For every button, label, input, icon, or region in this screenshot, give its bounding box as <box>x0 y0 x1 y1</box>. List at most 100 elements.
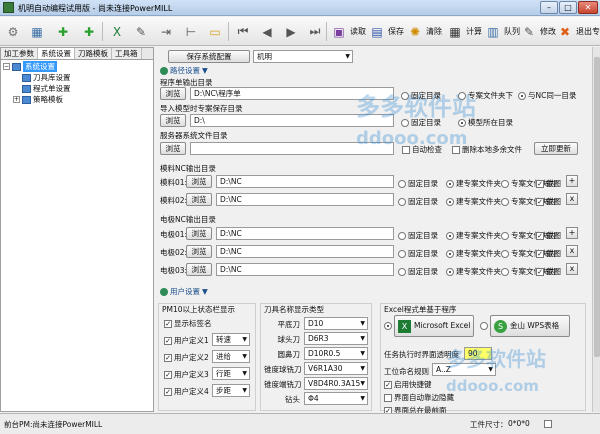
electrode-browse-button[interactable]: 浏览 <box>186 227 212 240</box>
settings-gear-button[interactable]: ⚙ <box>4 21 22 42</box>
tree-expander-icon[interactable]: + <box>13 96 20 103</box>
electrode-browse-button[interactable]: 浏览 <box>186 263 212 276</box>
mold-dir-input[interactable]: D:\NC <box>216 175 394 188</box>
tree-item[interactable]: 刀具库设置 <box>3 72 151 83</box>
program-fixed-radio[interactable]: 固定目录 <box>401 90 441 101</box>
profile-select[interactable]: 机明 <box>253 50 353 63</box>
custom-field-select[interactable]: 转速 <box>212 333 250 346</box>
custom-field-select[interactable]: 步距 <box>212 384 250 397</box>
mold-browse-button[interactable]: 浏览 <box>186 175 212 188</box>
status-checkbox[interactable] <box>544 420 552 428</box>
left-tab[interactable]: 加工参数 <box>1 48 38 59</box>
arrow-into-button[interactable]: ⇥ <box>157 21 175 42</box>
electrode-add-button[interactable]: + <box>566 227 578 239</box>
mold-new-folder-radio[interactable]: 建专案文件夹 <box>446 196 501 207</box>
electrode-remove-button[interactable]: x <box>566 263 578 275</box>
electrode-remove-button[interactable]: x <box>566 245 578 257</box>
add-green-button[interactable]: ✚ <box>80 21 98 42</box>
folder-button[interactable]: ▭ <box>206 21 224 42</box>
left-tab[interactable]: 工具箱 <box>112 48 142 59</box>
exit-button[interactable]: ✖ 退出专家 <box>556 21 600 42</box>
show-label-checkbox[interactable]: ✓ 显示标签名 <box>164 318 212 329</box>
calculate-button[interactable]: ▦ 计算 <box>446 21 482 42</box>
tree-button[interactable]: ⊢ <box>182 21 200 42</box>
custom-field-checkbox[interactable]: ✓ 用户定义2 <box>164 352 209 363</box>
custom-field-checkbox[interactable]: ✓ 用户定义3 <box>164 369 209 380</box>
maximize-button[interactable]: □ <box>559 1 577 14</box>
database-button[interactable]: ▦ <box>28 21 46 42</box>
electrode-fixed-radio[interactable]: 固定目录 <box>398 248 438 259</box>
electrode-fixed-radio[interactable]: 固定目录 <box>398 230 438 241</box>
mold-screenshot-checkbox[interactable]: ✓ 截图 <box>536 196 561 207</box>
tree-item[interactable]: − 系统设置 <box>3 61 151 72</box>
mold-add-button[interactable]: + <box>566 175 578 187</box>
custom-field-checkbox[interactable]: ✓ 用户定义1 <box>164 335 209 346</box>
edit-button[interactable]: ✎ 修改 <box>520 21 556 42</box>
tool-format-select[interactable]: D10R0.5 <box>304 347 368 360</box>
tool-format-select[interactable]: D10 <box>304 317 368 330</box>
prev-button[interactable]: ◀ <box>258 21 276 42</box>
tree-item[interactable]: + 策略模板 <box>3 94 151 105</box>
electrode-screenshot-checkbox[interactable]: ✓ 截图 <box>536 266 561 277</box>
tool-format-select[interactable]: V6R1A30 <box>304 362 368 375</box>
electrode-new-folder-radio[interactable]: 建专案文件夹 <box>446 230 501 241</box>
tool-format-select[interactable]: Φ4 <box>304 392 368 405</box>
update-now-button[interactable]: 立即更新 <box>534 142 578 155</box>
user-section-header[interactable]: 用户设置 ▼ <box>160 286 208 297</box>
mold-browse-button[interactable]: 浏览 <box>186 193 212 206</box>
browse-import-button[interactable]: 浏览 <box>160 114 186 127</box>
electrode-screenshot-checkbox[interactable]: ✓ 截图 <box>536 248 561 259</box>
scrollbar-thumb[interactable] <box>594 57 600 357</box>
clear-button[interactable]: ✺ 清除 <box>406 21 442 42</box>
read-button[interactable]: ▣ 读取 <box>330 21 366 42</box>
close-button[interactable]: ✕ <box>578 1 598 14</box>
queue-button[interactable]: ▥ 队列 <box>484 21 520 42</box>
cut-tool-button[interactable]: ✎ <box>132 21 150 42</box>
mold-remove-button[interactable]: x <box>566 193 578 205</box>
add-button[interactable]: ✚ <box>54 21 72 42</box>
browse-program-button[interactable]: 浏览 <box>160 87 186 100</box>
minimize-button[interactable]: – <box>540 1 558 14</box>
tree-item[interactable]: 程式单设置 <box>3 83 151 94</box>
mold-screenshot-checkbox[interactable]: ✓ 截图 <box>536 178 561 189</box>
auto-hide-checkbox[interactable]: 界面自动靠边隐藏 <box>384 392 454 403</box>
import-fixed-radio[interactable]: 固定目录 <box>401 117 441 128</box>
path-section-header[interactable]: 路径设置 ▼ <box>160 65 208 76</box>
electrode-dir-input[interactable]: D:\NC <box>216 263 394 276</box>
electrode-dir-input[interactable]: D:\NC <box>216 245 394 258</box>
custom-field-checkbox[interactable]: ✓ 用户定义4 <box>164 386 209 397</box>
electrode-dir-input[interactable]: D:\NC <box>216 227 394 240</box>
excel-radio[interactable] <box>384 322 392 330</box>
tool-format-select[interactable]: D6R3 <box>304 332 368 345</box>
mold-dir-input[interactable]: D:\NC <box>216 193 394 206</box>
save-button[interactable]: ▤ 保存 <box>368 21 404 42</box>
left-tab[interactable]: 系统设置 <box>38 48 75 59</box>
electrode-browse-button[interactable]: 浏览 <box>186 245 212 258</box>
program-nc-radio[interactable]: 与NC同一目录 <box>518 90 576 101</box>
mold-fixed-radio[interactable]: 固定目录 <box>398 178 438 189</box>
vertical-scrollbar[interactable] <box>592 47 600 412</box>
electrode-new-folder-radio[interactable]: 建专案文件夹 <box>446 266 501 277</box>
electrode-screenshot-checkbox[interactable]: ✓ 截图 <box>536 230 561 241</box>
browse-server-button[interactable]: 浏览 <box>160 142 186 155</box>
next-button[interactable]: ▶ <box>282 21 300 42</box>
electrode-new-folder-radio[interactable]: 建专案文件夹 <box>446 248 501 259</box>
first-button[interactable]: ⏮ <box>234 21 252 42</box>
wps-radio[interactable] <box>480 322 488 330</box>
last-button[interactable]: ⏭ <box>306 21 324 42</box>
program-project-radio[interactable]: 专案文件夹下 <box>458 90 513 101</box>
custom-field-select[interactable]: 行距 <box>212 367 250 380</box>
save-config-button[interactable]: 保存系统配置 <box>168 50 250 63</box>
left-tab[interactable]: 刀路模板 <box>75 48 112 59</box>
wps-button[interactable]: S 金山 WPS表格 <box>490 315 570 337</box>
tree-expander-icon[interactable]: − <box>3 63 10 70</box>
excel-button[interactable]: X <box>108 21 126 42</box>
mold-fixed-radio[interactable]: 固定目录 <box>398 196 438 207</box>
mold-new-folder-radio[interactable]: 建专案文件夹 <box>446 178 501 189</box>
custom-field-select[interactable]: 进给 <box>212 350 250 363</box>
quick-key-checkbox[interactable]: ✓ 启用快捷键 <box>384 379 432 390</box>
excel-button[interactable]: X Microsoft Excel <box>394 315 474 337</box>
import-model-radio[interactable]: 模型所在目录 <box>458 117 513 128</box>
electrode-fixed-radio[interactable]: 固定目录 <box>398 266 438 277</box>
tool-format-select[interactable]: V8D4R0.3A15 <box>304 377 368 390</box>
